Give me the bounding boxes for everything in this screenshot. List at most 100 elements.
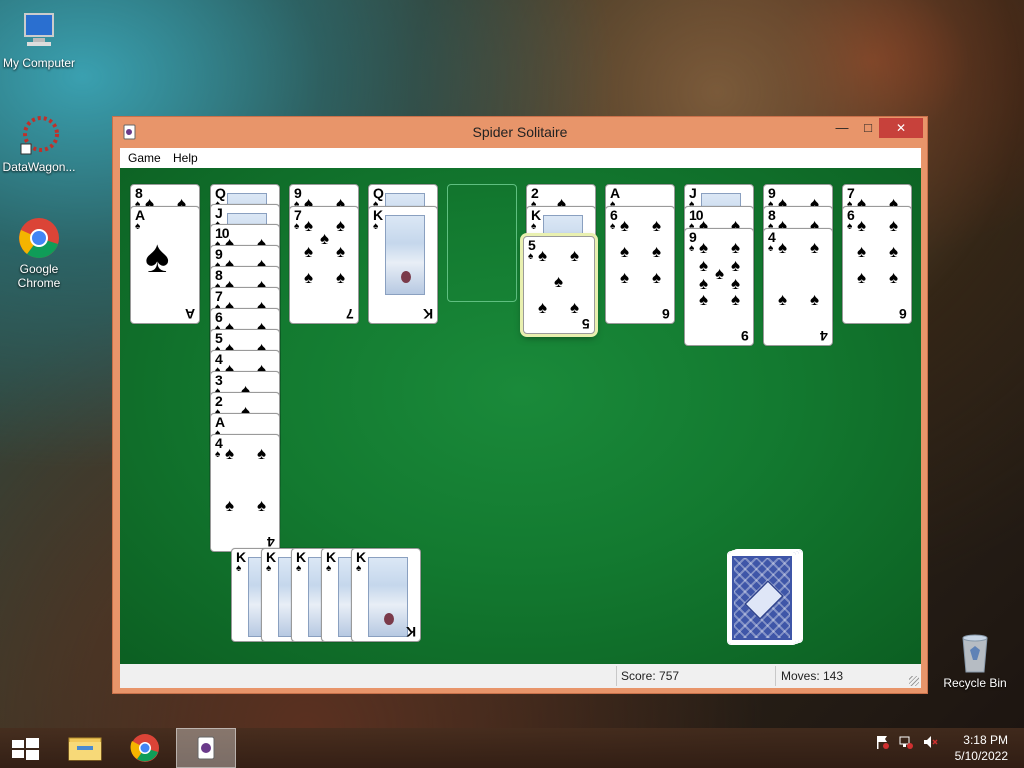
score-label: Score: 757: [621, 669, 680, 683]
face-card-art: [385, 215, 425, 295]
desktop-icon-google-chrome[interactable]: Google Chrome: [0, 216, 79, 290]
card-rank-inverted: 7: [346, 306, 354, 322]
spider-solitaire-icon: [197, 736, 215, 760]
menu-bar: Game Help: [120, 148, 921, 168]
spade-icon: ♠: [847, 221, 853, 232]
spade-icon: ♠: [699, 290, 709, 309]
spade-icon: ♠: [652, 242, 662, 261]
card-rank: A: [215, 414, 225, 430]
spade-icon: ♠: [731, 256, 741, 275]
card-7-of-spades[interactable]: 7♠♠♠♠♠♠♠♠7: [289, 206, 359, 324]
card-rank: 8: [215, 267, 223, 283]
maximize-button[interactable]: □: [855, 118, 881, 138]
card-a-of-spades[interactable]: A♠♠A: [130, 206, 200, 324]
spade-icon: ♠: [857, 216, 867, 235]
spade-icon: ♠: [225, 444, 235, 463]
card-rank: 4: [215, 435, 223, 451]
card-rank: K: [373, 207, 383, 223]
card-rank-inverted: K: [405, 624, 416, 640]
desktop-icon-label: My Computer: [2, 56, 76, 70]
card-k-of-spades[interactable]: K♠K: [368, 206, 438, 324]
card-rank: 7: [215, 288, 223, 304]
menu-game[interactable]: Game: [128, 151, 161, 165]
desktop-icon-datawagon[interactable]: DataWagon...: [0, 114, 79, 174]
spade-icon: ♠: [699, 238, 709, 257]
card-rank-inverted: A: [184, 306, 195, 322]
card-rank: 3: [215, 372, 223, 388]
card-5-of-spades[interactable]: 5♠♠♠♠♠♠5: [523, 236, 595, 334]
folder-icon: [68, 737, 102, 761]
spade-icon: ♠: [689, 243, 695, 254]
spade-icon: ♠: [620, 216, 630, 235]
spade-icon: ♠: [531, 221, 537, 232]
taskbar-chrome[interactable]: [115, 728, 175, 768]
card-rank: 8: [135, 185, 143, 201]
card-k-of-spades[interactable]: K♠K: [351, 548, 421, 642]
chrome-icon: [17, 216, 61, 260]
card-rank-inverted: 4: [267, 534, 275, 550]
card-rank: 2: [531, 185, 539, 201]
spade-icon: ♠: [889, 242, 899, 261]
desktop-icon-recycle-bin[interactable]: Recycle Bin: [935, 630, 1015, 690]
spade-icon: ♠: [652, 216, 662, 235]
spade-icon: ♠: [528, 251, 534, 262]
card-6-of-spades[interactable]: 6♠♠♠♠♠♠♠6: [605, 206, 675, 324]
stock-pile-card[interactable]: [727, 551, 797, 645]
card-rank-inverted: 4: [820, 328, 828, 344]
card-rank: 9: [294, 185, 302, 201]
spade-icon: ♠: [538, 246, 548, 265]
spade-icon: ♠: [857, 268, 867, 287]
spade-icon: ♠: [215, 449, 221, 460]
spade-icon: ♠: [715, 264, 725, 283]
card-rank-inverted: 6: [899, 306, 907, 322]
resize-grip[interactable]: [909, 676, 919, 686]
empty-tableau-slot[interactable]: [447, 184, 517, 302]
spade-icon: ♠: [326, 563, 332, 574]
moves-label: Moves: 143: [781, 669, 844, 683]
start-button[interactable]: [0, 728, 50, 768]
spade-icon: ♠: [356, 563, 362, 574]
network-icon[interactable]: [898, 734, 914, 753]
spade-icon: ♠: [304, 242, 314, 261]
spade-icon: ♠: [554, 272, 564, 291]
taskbar: 3:18 PM 5/10/2022: [0, 728, 1024, 768]
spade-icon: ♠: [768, 243, 774, 254]
spade-icon: ♠: [373, 221, 379, 232]
title-bar[interactable]: Spider Solitaire — □ ✕: [113, 117, 927, 147]
desktop-icon-my-computer[interactable]: My Computer: [0, 10, 79, 70]
card-9-of-spades[interactable]: 9♠♠♠♠♠♠♠♠♠♠9: [684, 228, 754, 346]
desktop-icon-label: DataWagon...: [2, 160, 76, 174]
spade-icon: ♠: [889, 216, 899, 235]
card-rank: K: [326, 549, 336, 565]
menu-help[interactable]: Help: [173, 151, 198, 165]
computer-icon: [17, 10, 61, 54]
status-separator: [616, 666, 617, 686]
card-rank: J: [689, 185, 697, 201]
face-card-art: [368, 557, 408, 637]
taskbar-file-explorer[interactable]: [55, 728, 115, 768]
system-clock[interactable]: 3:18 PM 5/10/2022: [955, 732, 1008, 764]
minimize-button[interactable]: —: [829, 118, 855, 138]
spade-icon: ♠: [620, 242, 630, 261]
card-rank: 7: [847, 185, 855, 201]
windows-logo-icon: [12, 738, 39, 760]
card-rank: 2: [215, 393, 223, 409]
taskbar-spider-solitaire[interactable]: [176, 728, 236, 768]
status-separator: [775, 666, 776, 686]
recycle-bin-icon: [953, 630, 997, 674]
card-6-of-spades[interactable]: 6♠♠♠♠♠♠♠6: [842, 206, 912, 324]
spade-icon: ♠: [731, 238, 741, 257]
spade-icon: ♠: [610, 221, 616, 232]
flag-icon[interactable]: [874, 734, 890, 753]
spade-icon: ♠: [304, 216, 314, 235]
card-rank: K: [296, 549, 306, 565]
spade-icon: ♠: [731, 290, 741, 309]
close-button[interactable]: ✕: [879, 118, 923, 138]
spade-icon: ♠: [145, 230, 170, 282]
spade-icon: ♠: [336, 268, 346, 287]
card-4-of-spades[interactable]: 4♠♠♠♠♠4: [210, 434, 280, 552]
spade-icon: ♠: [620, 268, 630, 287]
card-4-of-spades[interactable]: 4♠♠♠♠♠4: [763, 228, 833, 346]
card-rank: 8: [768, 207, 776, 223]
volume-muted-icon[interactable]: [922, 734, 938, 753]
